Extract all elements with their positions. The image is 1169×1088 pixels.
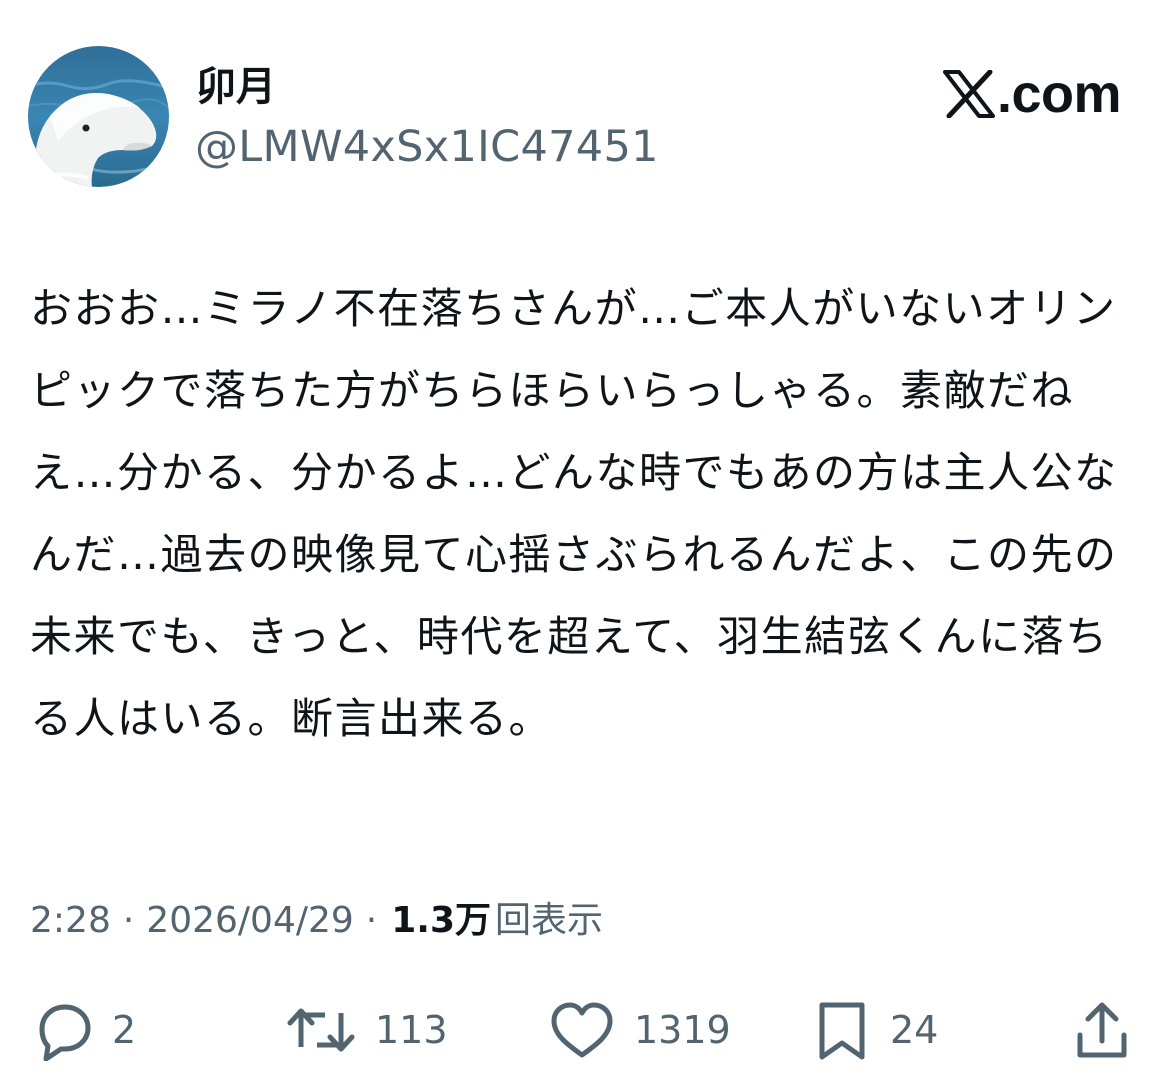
- retweet-icon: [287, 1008, 355, 1052]
- meta-separator: ·: [365, 900, 378, 941]
- share-button[interactable]: [1072, 990, 1132, 1070]
- avatar[interactable]: [28, 46, 169, 187]
- display-name[interactable]: 卯月: [196, 62, 276, 112]
- bookmark-button[interactable]: 24: [812, 990, 938, 1070]
- x-logo-icon: [942, 70, 995, 118]
- x-com-brand: .com: [942, 64, 1122, 124]
- tweet-time[interactable]: 2:28: [30, 895, 111, 947]
- reply-count: 2: [112, 1008, 137, 1052]
- like-count: 1319: [634, 1008, 731, 1052]
- user-handle[interactable]: @LMW4xSx1IC47451: [195, 120, 659, 174]
- tweet-date[interactable]: 2026/04/29: [146, 895, 354, 947]
- retweet-count: 113: [375, 1008, 448, 1052]
- reply-button[interactable]: 2: [28, 990, 136, 1070]
- views-count[interactable]: 1.3万: [391, 895, 491, 947]
- meta-separator: ·: [122, 900, 135, 941]
- heart-icon: [551, 1002, 613, 1058]
- share-icon: [1077, 1002, 1127, 1058]
- bookmark-count: 24: [890, 1008, 939, 1052]
- action-bar: 2 113 1319 24: [0, 990, 1169, 1070]
- retweet-button[interactable]: 113: [285, 990, 448, 1070]
- reply-icon: [39, 1004, 91, 1061]
- tweet-text: おおお…ミラノ不在落ちさんが…ご本人がいないオリンピックで落ちた方がちらほらいら…: [30, 284, 1118, 743]
- bookmark-icon: [819, 1002, 865, 1060]
- tweet-meta: 2:28 · 2026/04/29 · 1.3万 回表示: [30, 895, 603, 947]
- like-button[interactable]: 1319: [548, 990, 731, 1070]
- brand-domain-text: .com: [996, 64, 1122, 124]
- views-label: 回表示: [495, 900, 604, 941]
- beluga-avatar-icon: [28, 46, 169, 187]
